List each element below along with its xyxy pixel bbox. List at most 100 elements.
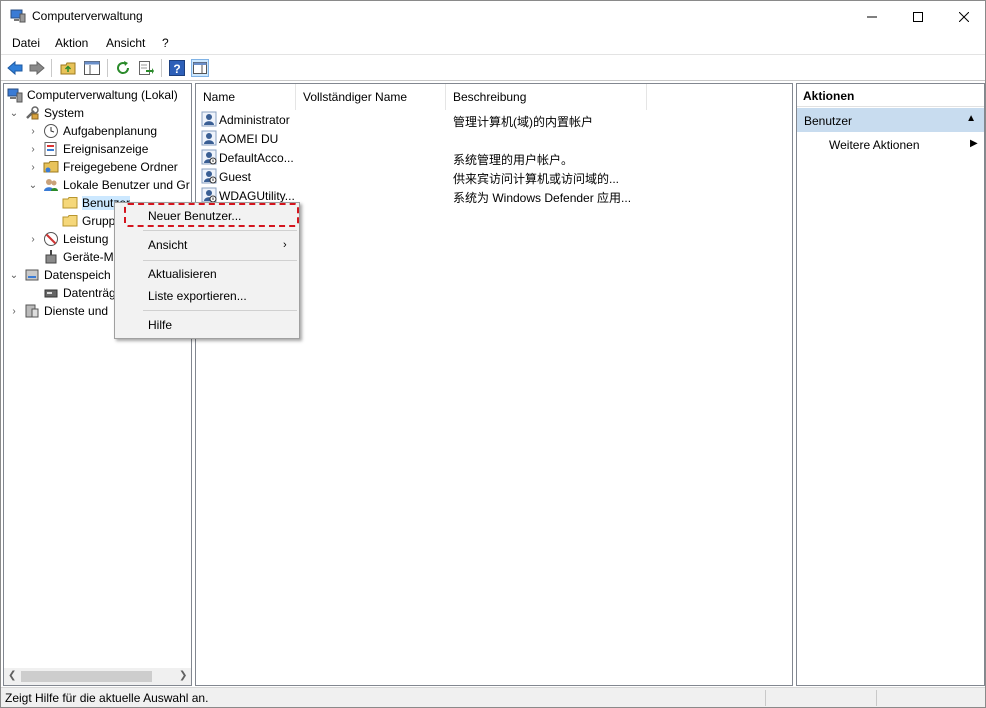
scroll-left-icon[interactable]: ❮ (8, 670, 16, 681)
status-text: Zeigt Hilfe für die aktuelle Auswahl an. (5, 691, 209, 705)
context-item-help[interactable]: Hilfe (148, 318, 172, 332)
refresh-icon[interactable] (114, 59, 132, 77)
close-icon (959, 11, 969, 22)
chevron-down-icon[interactable]: ⌄ (9, 270, 19, 281)
tree-item-system[interactable]: ⌄ System (9, 104, 84, 122)
help-icon[interactable]: ? (168, 59, 186, 77)
menu-bar: Datei Aktion Ansicht ? (1, 32, 985, 54)
highlight-box (124, 203, 299, 227)
horizontal-scrollbar[interactable]: ❮ ❯ (4, 668, 191, 685)
tree-item-leistung[interactable]: › Leistung (28, 230, 108, 248)
context-item-refresh[interactable]: Aktualisieren (148, 267, 217, 281)
scroll-right-icon[interactable]: ❯ (179, 670, 187, 681)
maximize-icon (913, 11, 923, 22)
toolbar: ? (1, 54, 985, 81)
user-list[interactable]: Name Vollständiger Name Beschreibung Adm… (195, 83, 793, 686)
minimize-button[interactable] (849, 1, 895, 32)
tree-label: Ereignisanzeige (63, 142, 149, 156)
computer-management-icon (10, 9, 26, 23)
chevron-down-icon[interactable]: ⌄ (28, 180, 38, 191)
tree-item-dienste[interactable]: › Dienste und (9, 302, 108, 320)
tree-item-datentraegerverwaltung[interactable]: Datenträg (43, 284, 116, 302)
chevron-right-icon[interactable]: › (28, 144, 38, 155)
tree-item-datenspeicher[interactable]: ⌄ Datenspeich (9, 266, 111, 284)
services-icon (25, 304, 39, 318)
actions-section-benutzer[interactable]: Benutzer ▲ (797, 108, 984, 132)
show-hide-action-pane-icon[interactable] (191, 59, 209, 77)
folder-icon (62, 197, 78, 209)
disk-management-icon (44, 289, 58, 298)
table-row[interactable]: AOMEI DU (196, 129, 792, 148)
tree-item-freigegebene-ordner[interactable]: › Freigegebene Ordner (28, 158, 177, 176)
user-description: 管理计算机(域)的内置帐户 (453, 115, 593, 129)
chevron-right-icon[interactable]: › (28, 162, 38, 173)
performance-icon (44, 232, 58, 246)
disabled-user-icon (201, 168, 217, 184)
title-bar: Computerverwaltung (1, 1, 985, 32)
user-description: 系统为 Windows Defender 应用... (453, 191, 632, 205)
tree-label: Geräte-M (63, 250, 114, 264)
scrollbar-thumb[interactable] (21, 671, 152, 682)
up-folder-icon[interactable] (59, 59, 77, 77)
window-title: Computerverwaltung (32, 9, 143, 23)
toolbar-separator (107, 59, 108, 77)
shared-folder-icon (43, 161, 59, 173)
tree-item-lokale-benutzer[interactable]: ⌄ Lokale Benutzer und Gr (28, 176, 190, 194)
tree-item-aufgabenplanung[interactable]: › Aufgabenplanung (28, 122, 157, 140)
export-list-icon[interactable] (137, 59, 155, 77)
column-header-name[interactable]: Name (196, 84, 296, 110)
chevron-right-icon[interactable]: › (9, 306, 19, 317)
console-tree[interactable]: Computerverwaltung (Lokal) ⌄ System › Au… (3, 83, 192, 686)
svg-text:?: ? (173, 62, 180, 76)
disabled-user-icon (201, 149, 217, 165)
tree-item-ereignisanzeige[interactable]: › Ereignisanzeige (28, 140, 148, 158)
toolbar-separator (51, 59, 52, 77)
user-name: AOMEI DU (219, 132, 279, 146)
back-arrow-icon[interactable] (6, 59, 24, 77)
device-manager-icon (45, 250, 57, 264)
event-viewer-icon (44, 142, 57, 156)
menu-datei[interactable]: Datei (12, 36, 40, 50)
context-item-view[interactable]: Ansicht (148, 238, 187, 252)
chevron-right-icon: › (283, 239, 287, 251)
menu-help[interactable]: ? (162, 36, 169, 50)
user-name: Guest (219, 170, 252, 184)
table-row[interactable]: Administrator 管理计算机(域)的内置帐户 (196, 110, 792, 129)
table-row[interactable]: DefaultAcco... 系统管理的用户帐户。 (196, 148, 792, 167)
tree-item-gruppen[interactable]: Grupp (62, 212, 115, 230)
tree-label: Leistung (63, 232, 109, 246)
more-actions-item[interactable]: Weitere Aktionen (829, 138, 920, 152)
user-name: WDAGUtility... (219, 189, 295, 203)
maximize-button[interactable] (895, 1, 941, 32)
tools-icon (26, 106, 39, 120)
tree-item-geraete-manager[interactable]: Geräte-M (43, 248, 114, 266)
tree-label: Dienste und (44, 304, 109, 318)
status-separator (876, 690, 877, 706)
table-row[interactable]: Guest 供来宾访问计算机或访问域的... (196, 167, 792, 186)
chevron-right-icon[interactable]: › (28, 234, 38, 245)
menu-aktion[interactable]: Aktion (55, 36, 88, 50)
submenu-arrow-icon[interactable]: ▶ (970, 138, 978, 149)
status-separator (765, 690, 766, 706)
collapse-up-icon[interactable]: ▲ (966, 113, 976, 124)
forward-arrow-icon[interactable] (28, 59, 46, 77)
show-hide-console-tree-icon[interactable] (83, 59, 101, 77)
clock-icon (44, 124, 58, 138)
column-header-full-name[interactable]: Vollständiger Name (296, 84, 446, 110)
tree-item-root[interactable]: Computerverwaltung (Lokal) (7, 86, 178, 104)
column-header-description[interactable]: Beschreibung (446, 84, 647, 110)
users-groups-icon (44, 179, 58, 191)
computer-management-icon (7, 88, 23, 103)
context-separator (143, 260, 297, 261)
menu-ansicht[interactable]: Ansicht (106, 36, 145, 50)
chevron-down-icon[interactable]: ⌄ (9, 108, 19, 119)
user-name: DefaultAcco... (219, 151, 294, 165)
tree-label: Datenträg (63, 286, 116, 300)
tree-label: System (44, 106, 85, 120)
status-bar: Zeigt Hilfe für die aktuelle Auswahl an. (1, 687, 985, 707)
context-item-export-list[interactable]: Liste exportieren... (148, 289, 247, 303)
close-button[interactable] (941, 1, 986, 32)
minimize-icon (867, 16, 877, 17)
chevron-right-icon[interactable]: › (28, 126, 38, 137)
tree-label: Datenspeich (44, 268, 111, 282)
